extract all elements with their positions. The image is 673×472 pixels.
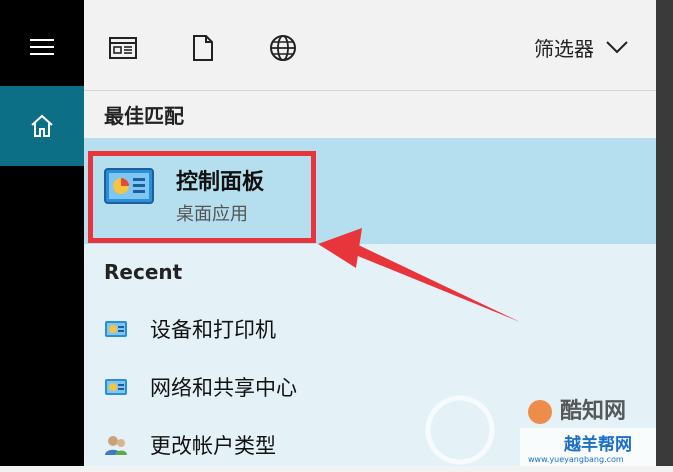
globe-icon[interactable]: [266, 32, 300, 64]
toolbar-divider: [84, 90, 656, 91]
document-grid-icon[interactable]: [106, 32, 140, 64]
filter-label: 筛选器: [534, 36, 594, 61]
recent-item-change-account-type[interactable]: 更改帐户类型: [84, 420, 656, 472]
recent-item-devices-printers[interactable]: 设备和打印机: [84, 304, 656, 356]
recent-item-network-sharing[interactable]: 网络和共享中心: [84, 362, 656, 414]
list-item-label: 设备和打印机: [150, 318, 276, 342]
filter-dropdown[interactable]: 筛选器: [534, 32, 628, 62]
file-icon[interactable]: [186, 32, 220, 64]
home-icon: [31, 114, 53, 137]
home-button[interactable]: [0, 86, 84, 166]
search-toolbar: 筛选器: [84, 0, 656, 90]
best-match-heading: 最佳匹配: [104, 104, 184, 128]
search-panel: 筛选器 最佳匹配 控制面板 桌面应用 Recent 设备和打印机 网络和共享中心…: [84, 0, 656, 466]
users-icon: [105, 436, 127, 455]
control-panel-icon: [105, 321, 127, 337]
start-sidebar: [0, 0, 84, 466]
recent-section: Recent 设备和打印机 网络和共享中心 更改帐户类型: [84, 244, 656, 466]
recent-heading: Recent: [104, 260, 183, 284]
hamburger-menu-icon[interactable]: [22, 34, 62, 60]
control-panel-icon: [105, 379, 127, 395]
list-item-label: 更改帐户类型: [150, 434, 276, 458]
red-highlight-box: [88, 151, 316, 243]
best-match-result[interactable]: 控制面板 桌面应用: [84, 138, 656, 244]
right-edge-strip: [656, 0, 673, 466]
list-item-label: 网络和共享中心: [150, 376, 297, 400]
chevron-down-icon: [606, 41, 628, 54]
